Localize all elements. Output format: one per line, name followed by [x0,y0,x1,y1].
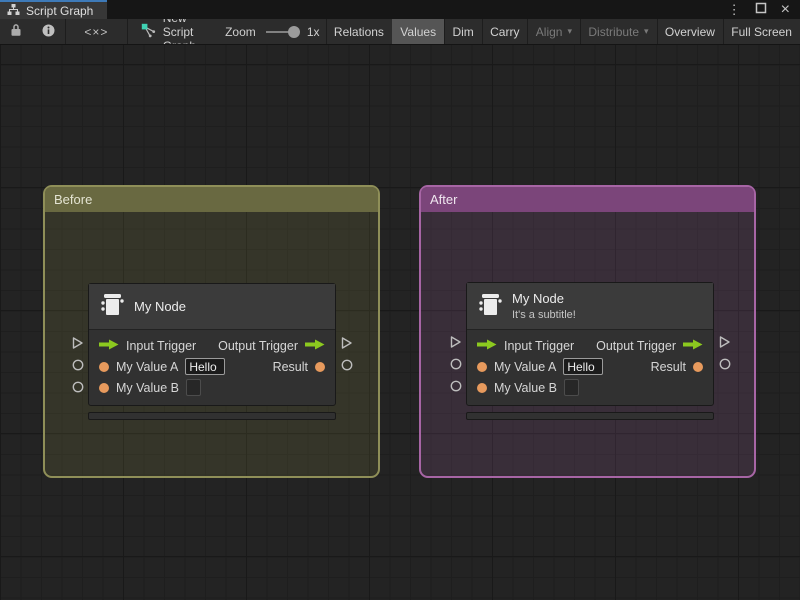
flow-arrow-icon[interactable] [683,339,703,353]
zoom-label: Zoom [225,24,256,39]
values-button[interactable]: Values [392,19,445,44]
node-footer [466,412,714,420]
value-port-icon[interactable] [693,361,703,372]
node-footer [88,412,336,420]
output-trigger-label: Output Trigger [596,338,676,353]
flow-arrow-icon[interactable] [305,339,325,353]
graph-node-icon [141,23,157,41]
value-b-input[interactable] [564,379,579,396]
value-a-label: My Value A [494,359,557,374]
flow-input-proxy-icon[interactable] [449,335,462,349]
lock-icon [10,23,22,40]
tab-script-graph[interactable]: Script Graph [0,0,108,19]
close-icon[interactable]: × [781,1,790,18]
kebab-menu-icon[interactable]: ⋮ [728,3,741,16]
lock-button[interactable] [0,19,32,44]
value-input-proxy-icon[interactable] [450,358,462,370]
output-trigger-label: Output Trigger [218,338,298,353]
node-subtitle: It's a subtitle! [512,309,576,321]
zoom-slider-handle[interactable] [287,25,300,38]
distribute-label: Distribute [588,24,640,39]
flow-input-proxy-icon[interactable] [71,336,84,350]
distribute-dropdown[interactable]: Distribute ▾ [580,19,656,44]
chevron-down-icon: ▾ [644,26,649,36]
node-body: Input Trigger Output Trigger My Value A … [89,330,335,405]
graph-breadcrumb[interactable]: New Script Graph [141,19,196,44]
tabbar-spacer [107,0,727,19]
result-label: Result [650,359,686,374]
overview-button[interactable]: Overview [657,19,723,44]
script-graph-window: Script Graph ⋮ × <×> Script Zoom 1x Rela… [0,0,800,600]
zoom-slider[interactable] [265,25,300,38]
info-icon [42,24,55,40]
flow-arrow-icon[interactable] [477,339,497,353]
input-trigger-label: Input Trigger [126,338,197,353]
relations-button[interactable]: Relations [326,19,392,44]
tab-label: Script Graph [26,3,94,18]
port-row: My Value A Result [467,356,713,377]
port-row: My Value B [89,377,335,398]
flow-output-proxy-icon[interactable] [340,336,353,350]
group-before-title: Before [54,192,93,207]
dim-button[interactable]: Dim [444,19,481,44]
value-a-label: My Value A [116,359,179,374]
code-preview-button[interactable]: <×> [65,19,127,44]
graph-toolbar: <×> New Script Graph Zoom 1x Relations V… [0,19,800,45]
port-row: My Value A Result [89,356,335,377]
node-header[interactable]: My Node It's a subtitle! [467,283,713,330]
node-header[interactable]: My Node [89,284,335,330]
port-row: Input Trigger Output Trigger [89,335,335,356]
value-output-proxy-icon[interactable] [341,359,353,371]
value-input-proxy-icon[interactable] [450,380,462,392]
port-row: Input Trigger Output Trigger [467,335,713,356]
maximize-icon[interactable] [755,1,767,19]
node-body: Input Trigger Output Trigger My Value A … [467,330,713,405]
node-icon [99,292,125,321]
group-after-header[interactable]: After [421,187,754,212]
value-output-proxy-icon[interactable] [719,358,731,370]
input-trigger-label: Input Trigger [504,338,575,353]
align-dropdown[interactable]: Align ▾ [528,19,580,44]
value-port-icon[interactable] [99,361,109,372]
zoom-value: 1x [306,24,320,39]
full-screen-button[interactable]: Full Screen [723,19,800,44]
value-b-input[interactable] [186,379,201,396]
node-my-node-after[interactable]: My Node It's a subtitle! Input Trigger O… [466,282,714,420]
window-controls: ⋮ × [728,0,800,19]
port-row: My Value B [467,377,713,398]
group-before[interactable]: Before My Node Input Trigger Output Trig… [43,185,380,478]
value-a-input[interactable] [185,358,226,375]
flow-output-proxy-icon[interactable] [718,335,731,349]
node-icon [477,292,503,321]
value-port-icon[interactable] [477,382,487,393]
group-after[interactable]: After My Node It's a subtitle! Input Tri… [419,185,756,478]
chevron-down-icon: ▾ [567,26,573,36]
value-port-icon[interactable] [99,382,109,393]
tab-strip: Script Graph ⋮ × [0,0,800,19]
info-button[interactable] [32,19,65,44]
value-port-icon[interactable] [477,361,487,372]
align-label: Align [535,24,563,39]
node-title: My Node [134,299,187,314]
result-label: Result [272,359,308,374]
value-port-icon[interactable] [315,361,325,372]
value-input-proxy-icon[interactable] [72,359,84,371]
group-after-title: After [430,192,458,207]
value-a-input[interactable] [563,358,604,375]
graph-breadcrumb-label: New Script Graph [162,19,196,44]
group-before-header[interactable]: Before [45,187,378,212]
value-b-label: My Value B [116,380,179,395]
graph-canvas[interactable]: Before My Node Input Trigger Output Trig… [0,45,800,600]
script-graph-icon [7,3,20,19]
value-b-label: My Value B [494,380,557,395]
value-input-proxy-icon[interactable] [72,381,84,393]
node-my-node-before[interactable]: My Node Input Trigger Output Trigger My … [88,283,336,420]
carry-button[interactable]: Carry [482,19,527,44]
flow-arrow-icon[interactable] [99,339,119,353]
node-title: My Node [512,291,565,306]
